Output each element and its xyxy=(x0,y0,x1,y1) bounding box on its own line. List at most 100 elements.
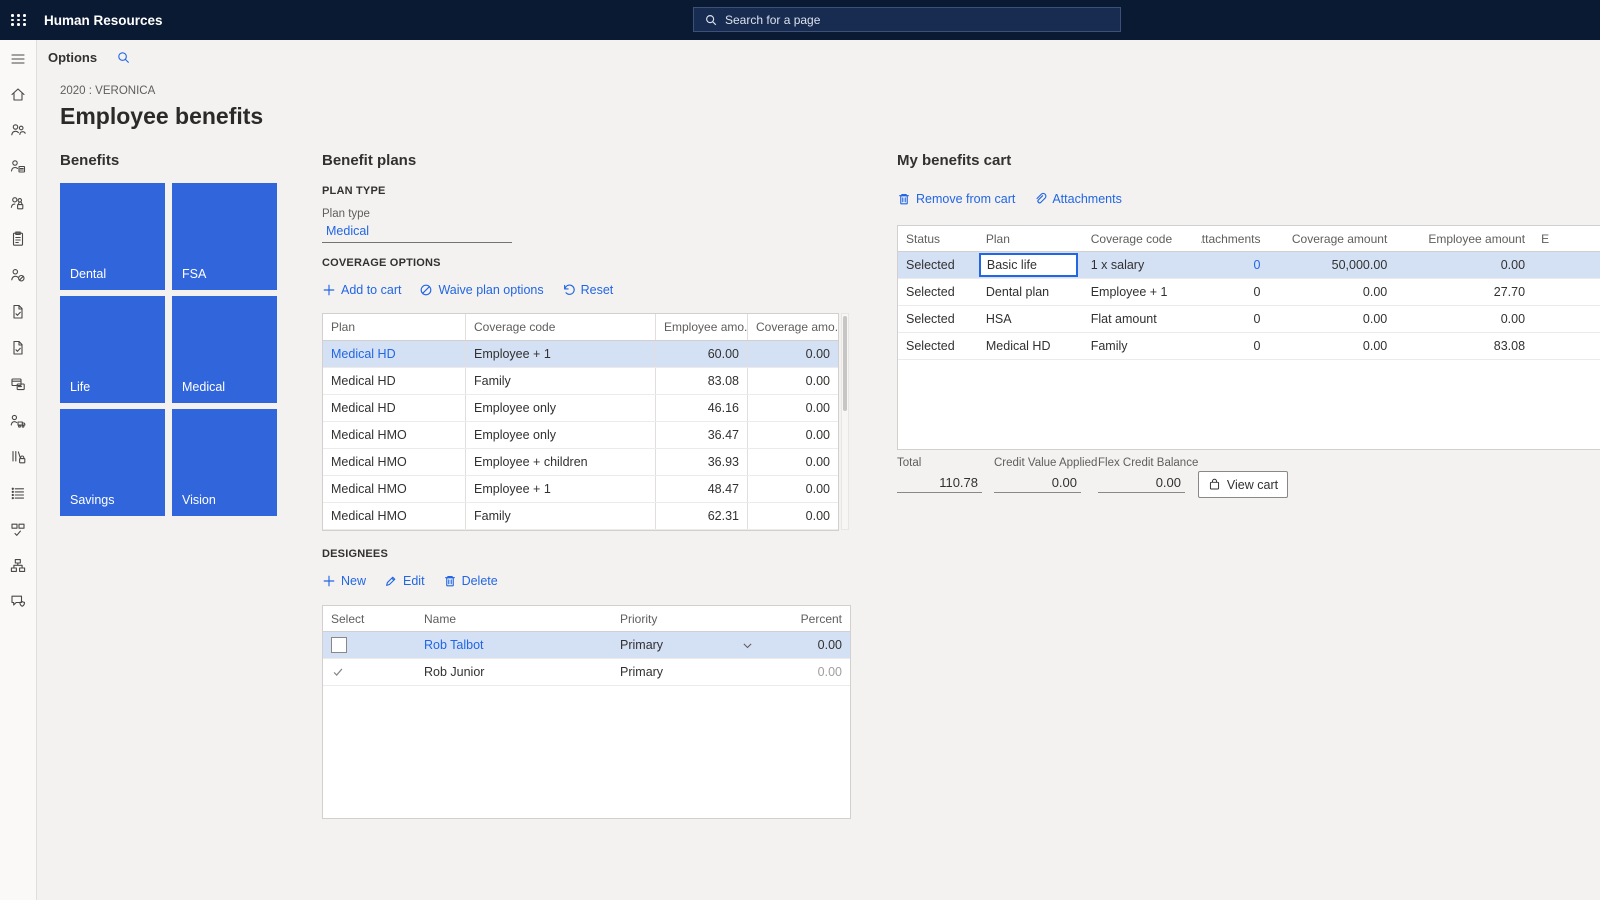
column-header-employee-amount[interactable]: Employee amount xyxy=(1395,226,1533,251)
document-check-icon[interactable] xyxy=(9,303,29,323)
person-truck-icon[interactable] xyxy=(9,412,29,432)
action-search-icon[interactable] xyxy=(116,50,131,65)
column-header-plan[interactable]: Plan xyxy=(978,226,1083,251)
paperclip-icon xyxy=(1036,192,1047,204)
column-header-coverage-amount[interactable]: Coverage amount xyxy=(1268,226,1395,251)
credit-value-applied-field[interactable]: 0.00 xyxy=(994,472,1081,493)
document-check-icon-2[interactable] xyxy=(9,339,29,359)
column-header-employee-amount[interactable]: Employee amo... xyxy=(656,314,748,340)
chevron-down-icon[interactable] xyxy=(741,639,754,652)
designee-name-link[interactable]: Rob Junior xyxy=(416,659,612,685)
coverage-row[interactable]: Medical HD Family 83.08 0.00 xyxy=(323,368,838,395)
cart-attachments-cell[interactable]: 0 xyxy=(1201,252,1269,278)
total-value-field[interactable]: 110.78 xyxy=(897,472,982,493)
column-header-percent[interactable]: Percent xyxy=(762,606,850,631)
benefit-tile[interactable]: FSA xyxy=(172,183,277,290)
home-icon[interactable] xyxy=(9,85,29,105)
coverage-row[interactable]: Medical HMO Family 62.31 0.00 xyxy=(323,503,838,530)
remove-from-cart-button[interactable]: Remove from cart xyxy=(897,192,1015,206)
designee-row[interactable]: Rob Talbot Primary 0.00 xyxy=(323,632,850,659)
cart-status-cell: Selected xyxy=(906,258,955,272)
designee-percent-value: 0.00 xyxy=(817,665,842,679)
flex-credit-balance-field[interactable]: 0.00 xyxy=(1098,472,1185,493)
column-header-coverage-code[interactable]: Coverage code xyxy=(1083,226,1201,251)
reset-button[interactable]: Reset xyxy=(562,283,613,297)
options-menu[interactable]: Options xyxy=(48,50,97,65)
cart-toolbar: Remove from cart Attachments xyxy=(897,192,1122,206)
clipboard-icon[interactable] xyxy=(9,230,29,250)
people-icon[interactable] xyxy=(9,121,29,141)
attachments-button[interactable]: Attachments xyxy=(1033,192,1122,206)
column-header-select[interactable]: Select xyxy=(323,606,416,631)
cart-coverage-code-cell: Flat amount xyxy=(1090,312,1157,326)
cart-attachments-cell[interactable]: 0 xyxy=(1201,306,1269,332)
plan-type-input[interactable]: Medical xyxy=(322,222,512,243)
column-header-priority[interactable]: Priority xyxy=(612,606,762,631)
delete-designee-button[interactable]: Delete xyxy=(443,574,498,588)
designee-priority-value: Primary xyxy=(620,665,664,679)
benefit-tile[interactable]: Medical xyxy=(172,296,277,403)
coverage-row[interactable]: Medical HD Employee + 1 60.00 0.00 xyxy=(323,341,838,368)
coverage-row[interactable]: Medical HMO Employee + 1 48.47 0.00 xyxy=(323,476,838,503)
books-lock-icon[interactable] xyxy=(9,448,29,468)
designee-row[interactable]: Rob Junior Primary 0.00 xyxy=(323,659,850,686)
coverage-plan-cell: Medical HMO xyxy=(323,422,466,448)
payment-card-icon[interactable] xyxy=(9,375,29,395)
person-document-icon[interactable] xyxy=(9,157,29,177)
benefit-plans-heading: Benefit plans xyxy=(322,152,417,169)
column-header-name[interactable]: Name xyxy=(416,606,612,631)
org-check-icon[interactable] xyxy=(9,521,29,541)
column-header-coverage-amount[interactable]: Coverage amo... xyxy=(748,314,838,340)
coverage-grid-scrollbar[interactable] xyxy=(841,313,849,530)
benefit-tile[interactable]: Life xyxy=(60,296,165,403)
row-select-checkbox[interactable] xyxy=(331,637,347,653)
task-list-icon[interactable] xyxy=(9,484,29,504)
chat-shield-icon[interactable] xyxy=(9,593,29,613)
designee-name-link[interactable]: Rob Talbot xyxy=(416,632,612,658)
column-header-clipped[interactable]: E xyxy=(1533,226,1600,251)
coverage-row[interactable]: Medical HD Employee only 46.16 0.00 xyxy=(323,395,838,422)
cart-row[interactable]: Selected Basic life 1 x salary 0 50,000.… xyxy=(898,252,1600,279)
cart-coverage-amount-cell: 0.00 xyxy=(1362,312,1388,326)
new-designee-button[interactable]: New xyxy=(322,574,366,588)
plan-type-field-label: Plan type xyxy=(322,208,370,220)
plus-icon xyxy=(323,284,335,296)
view-cart-button[interactable]: View cart xyxy=(1198,471,1288,498)
employee-amount-cell: 83.08 xyxy=(656,368,748,394)
edit-designee-button[interactable]: Edit xyxy=(384,574,425,588)
coverage-code-cell: Employee + 1 xyxy=(466,476,656,502)
page-search-input[interactable]: Search for a page xyxy=(693,7,1121,32)
benefit-tile[interactable]: Savings xyxy=(60,409,165,516)
coverage-row[interactable]: Medical HMO Employee only 36.47 0.00 xyxy=(323,422,838,449)
cart-attachments-cell[interactable]: 0 xyxy=(1201,279,1269,305)
column-header-plan[interactable]: Plan xyxy=(323,314,466,340)
cart-attachments-cell[interactable]: 0 xyxy=(1201,333,1269,359)
coverage-code-cell: Employee + children xyxy=(466,449,656,475)
coverage-amount-cell: 0.00 xyxy=(805,401,830,415)
cart-row[interactable]: Selected Dental plan Employee + 1 0 0.00… xyxy=(898,279,1600,306)
cart-employee-amount-cell: 83.08 xyxy=(1493,339,1526,353)
people-lock-icon[interactable] xyxy=(9,194,29,214)
tile-label: Life xyxy=(70,380,91,394)
coverage-row[interactable]: Medical HMO Employee + children 36.93 0.… xyxy=(323,449,838,476)
coverage-plan-cell: Medical HMO xyxy=(323,503,466,529)
column-header-status[interactable]: Status xyxy=(898,226,978,251)
coverage-toolbar: Add to cart Waive plan options Reset xyxy=(322,283,613,297)
coverage-plan-cell: Medical HD xyxy=(323,368,466,394)
cart-row[interactable]: Selected HSA Flat amount 0 0.00 0.00 xyxy=(898,306,1600,333)
cart-employee-amount-cell: 0.00 xyxy=(1500,258,1526,272)
column-header-coverage-code[interactable]: Coverage code xyxy=(466,314,656,340)
column-header-attachments[interactable]: Attachments xyxy=(1201,226,1269,251)
person-deny-icon[interactable] xyxy=(9,266,29,286)
add-to-cart-button[interactable]: Add to cart xyxy=(322,283,401,297)
benefit-tile[interactable]: Dental xyxy=(60,183,165,290)
cart-row[interactable]: Selected Medical HD Family 0 0.00 83.08 xyxy=(898,333,1600,360)
benefit-tile[interactable]: Vision xyxy=(172,409,277,516)
hierarchy-icon[interactable] xyxy=(9,557,29,577)
hamburger-menu-icon[interactable] xyxy=(9,50,29,70)
cart-employee-amount-cell: 27.70 xyxy=(1493,285,1526,299)
cart-coverage-amount-cell: 0.00 xyxy=(1362,285,1388,299)
waffle-menu-icon[interactable] xyxy=(0,0,38,40)
waive-plan-options-button[interactable]: Waive plan options xyxy=(419,283,544,297)
employee-amount-cell: 48.47 xyxy=(656,476,748,502)
